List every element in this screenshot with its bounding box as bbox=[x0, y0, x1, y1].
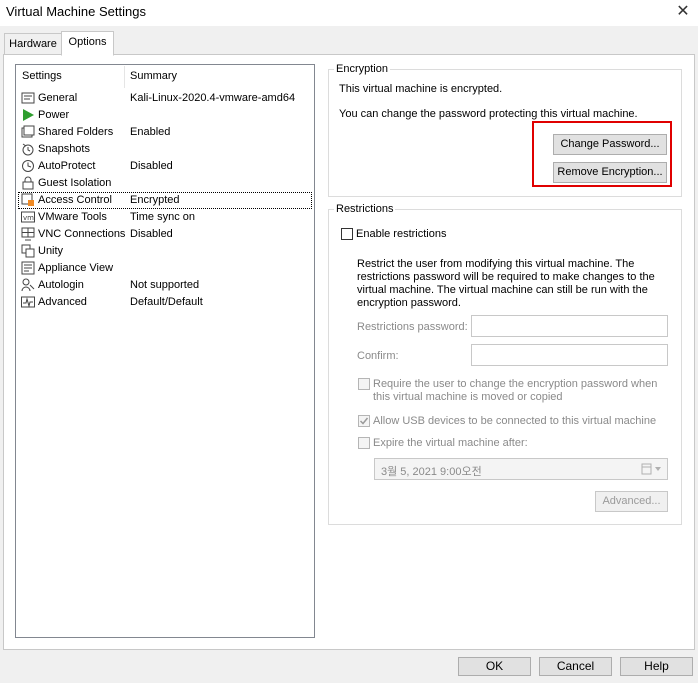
vnc-icon bbox=[21, 227, 35, 241]
confirm-label: Confirm: bbox=[357, 350, 399, 362]
settings-row-name: Guest Isolation bbox=[38, 177, 112, 189]
autologin-icon bbox=[21, 278, 35, 292]
settings-row-shared-folders[interactable]: Shared Folders Enabled bbox=[18, 124, 312, 141]
restrictions-password-input[interactable] bbox=[471, 315, 668, 337]
encryption-group-label: Encryption bbox=[334, 63, 390, 75]
restrictions-description: Restrict the user from modifying this vi… bbox=[357, 258, 655, 309]
settings-row-name: VMware Tools bbox=[38, 211, 107, 223]
settings-row-autologin[interactable]: Autologin Not supported bbox=[18, 277, 312, 294]
column-header-summary[interactable]: Summary bbox=[130, 70, 177, 82]
settings-row-name: Power bbox=[38, 109, 70, 121]
advanced-button[interactable]: Advanced... bbox=[595, 491, 668, 512]
require-change-label[interactable]: Require the user to change the encryptio… bbox=[373, 378, 668, 404]
restrictions-group-label: Restrictions bbox=[334, 203, 396, 215]
advanced-icon bbox=[21, 296, 35, 308]
settings-row-power[interactable]: Power bbox=[18, 107, 312, 124]
expire-date-value: 3월 5, 2021 9:00오전 bbox=[381, 466, 482, 478]
settings-row-name: General bbox=[38, 92, 78, 104]
enable-restrictions-label[interactable]: Enable restrictions bbox=[356, 228, 447, 240]
settings-row-summary: Disabled bbox=[130, 160, 173, 172]
settings-row-guest-isolation[interactable]: Guest Isolation bbox=[18, 175, 312, 192]
settings-row-name: Snapshots bbox=[38, 143, 90, 155]
snapshots-icon bbox=[22, 143, 34, 156]
enable-restrictions-checkbox[interactable] bbox=[341, 228, 353, 240]
vmware-tools-icon: vm bbox=[21, 211, 35, 223]
settings-row-autoprotect[interactable]: AutoProtect Disabled bbox=[18, 158, 312, 175]
tab-hardware[interactable]: Hardware bbox=[4, 33, 62, 55]
highlight-box bbox=[532, 121, 672, 187]
settings-row-summary: Default/Default bbox=[130, 296, 203, 308]
settings-row-name: Access Control bbox=[38, 194, 112, 206]
svg-text:vm: vm bbox=[23, 214, 34, 222]
confirm-password-input[interactable] bbox=[471, 344, 668, 366]
close-button[interactable]: ✕ bbox=[672, 2, 694, 22]
require-change-checkbox[interactable] bbox=[358, 378, 370, 390]
shared-folders-icon bbox=[21, 125, 35, 138]
access-control-icon bbox=[21, 193, 34, 206]
unity-icon bbox=[21, 244, 35, 258]
settings-row-vmware-tools[interactable]: vm VMware Tools Time sync on bbox=[18, 209, 312, 226]
help-button[interactable]: Help bbox=[620, 657, 693, 676]
window-title: Virtual Machine Settings bbox=[6, 4, 146, 19]
settings-row-summary: Encrypted bbox=[130, 194, 180, 206]
settings-row-vnc-connections[interactable]: VNC Connections Disabled bbox=[18, 226, 312, 243]
expire-label[interactable]: Expire the virtual machine after: bbox=[373, 437, 528, 449]
settings-row-summary: Kali-Linux-2020.4-vmware-amd64 bbox=[130, 92, 296, 104]
allow-usb-label[interactable]: Allow USB devices to be connected to thi… bbox=[373, 415, 656, 427]
ok-button[interactable]: OK bbox=[458, 657, 531, 676]
settings-row-appliance-view[interactable]: Appliance View bbox=[18, 260, 312, 277]
allow-usb-checkbox[interactable] bbox=[358, 415, 370, 427]
calendar-dropdown-icon bbox=[641, 463, 661, 475]
settings-row-summary: Enabled bbox=[130, 126, 171, 138]
cancel-button[interactable]: Cancel bbox=[539, 657, 612, 676]
settings-row-name: Appliance View bbox=[38, 262, 114, 274]
encryption-status-text: This virtual machine is encrypted. bbox=[339, 83, 503, 95]
settings-row-summary: Not supported bbox=[130, 279, 200, 291]
settings-row-summary: Time sync on bbox=[130, 211, 196, 223]
expire-checkbox[interactable] bbox=[358, 437, 370, 449]
column-separator[interactable] bbox=[124, 66, 125, 88]
tab-options[interactable]: Options bbox=[61, 31, 114, 56]
column-header-settings[interactable]: Settings bbox=[22, 70, 62, 82]
appliance-view-icon bbox=[21, 261, 35, 275]
expire-date-picker[interactable]: 3월 5, 2021 9:00오전 bbox=[374, 458, 668, 480]
restrictions-password-label: Restrictions password: bbox=[357, 321, 468, 333]
checkmark-icon bbox=[359, 417, 369, 425]
encryption-info-text: You can change the password protecting t… bbox=[339, 108, 638, 120]
settings-row-name: Autologin bbox=[38, 279, 84, 291]
settings-row-name: VNC Connections bbox=[38, 228, 126, 240]
settings-row-name: Unity bbox=[38, 245, 64, 257]
settings-row-general[interactable]: General Kali-Linux-2020.4-vmware-amd64 bbox=[18, 90, 312, 107]
settings-row-name: AutoProtect bbox=[38, 160, 96, 172]
settings-row-unity[interactable]: Unity bbox=[18, 243, 312, 260]
lock-icon bbox=[22, 176, 34, 190]
power-icon bbox=[23, 109, 34, 121]
general-icon bbox=[21, 92, 35, 104]
settings-row-snapshots[interactable]: Snapshots bbox=[18, 141, 312, 158]
autoprotect-icon bbox=[22, 160, 34, 172]
settings-row-advanced[interactable]: Advanced Default/Default bbox=[18, 294, 312, 311]
settings-row-access-control[interactable]: Access Control Encrypted bbox=[18, 192, 312, 209]
settings-row-name: Shared Folders bbox=[38, 126, 114, 138]
close-icon: ✕ bbox=[676, 3, 690, 20]
settings-row-name: Advanced bbox=[38, 296, 87, 308]
settings-row-summary: Disabled bbox=[130, 228, 173, 240]
